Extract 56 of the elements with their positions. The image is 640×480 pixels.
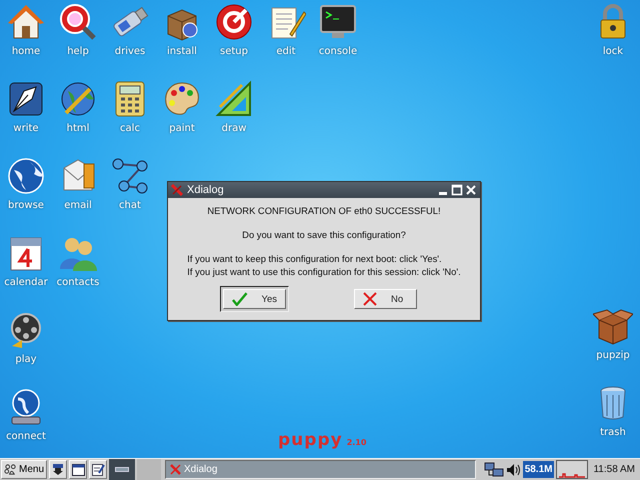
notepad-icon xyxy=(92,463,105,476)
desktop-icon-label[interactable]: home xyxy=(12,46,40,58)
yes-button[interactable]: Yes xyxy=(223,289,286,309)
window-title: Xdialog xyxy=(187,184,225,196)
desktop-icon-label[interactable]: write xyxy=(13,123,39,135)
desktop-icon-label[interactable]: html xyxy=(66,123,90,135)
desktop-icon-label[interactable]: trash xyxy=(600,427,626,439)
desktop-icon-label[interactable]: help xyxy=(67,46,89,58)
desktop-icon-label[interactable]: play xyxy=(15,354,37,366)
network-nodes-icon[interactable] xyxy=(110,156,150,196)
dialog-message: If you just want to use this configuration for this session: click 'No'. xyxy=(187,265,461,278)
speaker-icon[interactable] xyxy=(506,462,521,476)
version-label: 2.10 xyxy=(346,438,366,447)
x-icon xyxy=(363,292,377,306)
down-arrow-icon xyxy=(52,463,64,476)
help-icon[interactable] xyxy=(58,2,98,42)
desktop-icon-label[interactable]: calc xyxy=(120,123,140,135)
window-icon xyxy=(72,464,85,476)
desktop-icon-label[interactable]: drives xyxy=(114,46,146,58)
desktop-icon-label[interactable]: contacts xyxy=(56,277,100,289)
close-icon[interactable] xyxy=(465,184,477,196)
desktop-icon-label[interactable]: paint xyxy=(169,123,195,135)
desktop-icon-label[interactable]: chat xyxy=(119,200,141,212)
desktop-icon-label[interactable]: lock xyxy=(602,46,624,58)
x-icon xyxy=(171,184,183,196)
workspace-icon xyxy=(115,467,130,472)
window-button[interactable] xyxy=(69,460,88,479)
x-icon xyxy=(170,464,182,475)
desktop-icon-label[interactable]: console xyxy=(318,46,358,58)
download-button[interactable] xyxy=(49,460,68,479)
no-button[interactable]: No xyxy=(354,289,417,309)
maximize-icon[interactable] xyxy=(451,184,463,196)
menu-button[interactable]: Menu xyxy=(1,460,48,479)
desktop-icon-label[interactable]: calendar xyxy=(4,277,48,289)
editor-button[interactable] xyxy=(89,460,108,479)
desktop-icon-label[interactable]: connect xyxy=(6,431,46,443)
logo-text: puppy xyxy=(278,430,343,450)
taskbar-spacer xyxy=(137,459,162,480)
dialog-message: If you want to keep this configuration for next boot: click 'Yes'. xyxy=(187,252,443,265)
desktop-icon-label[interactable]: email xyxy=(64,200,92,212)
dialog-question: Do you want to save this configuration? xyxy=(242,229,406,240)
desktop-icon-label[interactable]: install xyxy=(167,46,197,58)
checkmark-icon xyxy=(232,292,248,306)
desktop-icon-label[interactable]: draw xyxy=(222,123,246,135)
cpu-graph-icon[interactable] xyxy=(556,460,588,479)
desktop-icon-label[interactable]: pupzip xyxy=(596,350,630,362)
taskbar-task[interactable]: Xdialog xyxy=(165,460,476,479)
desktop-icon-label[interactable]: setup xyxy=(220,46,248,58)
desktop-icon-label[interactable]: edit xyxy=(276,46,296,58)
clock[interactable]: 11:58 AM xyxy=(590,464,639,475)
desktop-icon-label[interactable]: browse xyxy=(8,200,44,212)
network-icon[interactable] xyxy=(484,462,504,478)
desktop-pager[interactable] xyxy=(109,459,136,480)
globe-icon[interactable] xyxy=(6,156,46,196)
memory-indicator: 58.1M xyxy=(522,461,554,478)
dialog-heading: NETWORK CONFIGURATION OF eth0 SUCCESSFUL! xyxy=(207,205,441,216)
